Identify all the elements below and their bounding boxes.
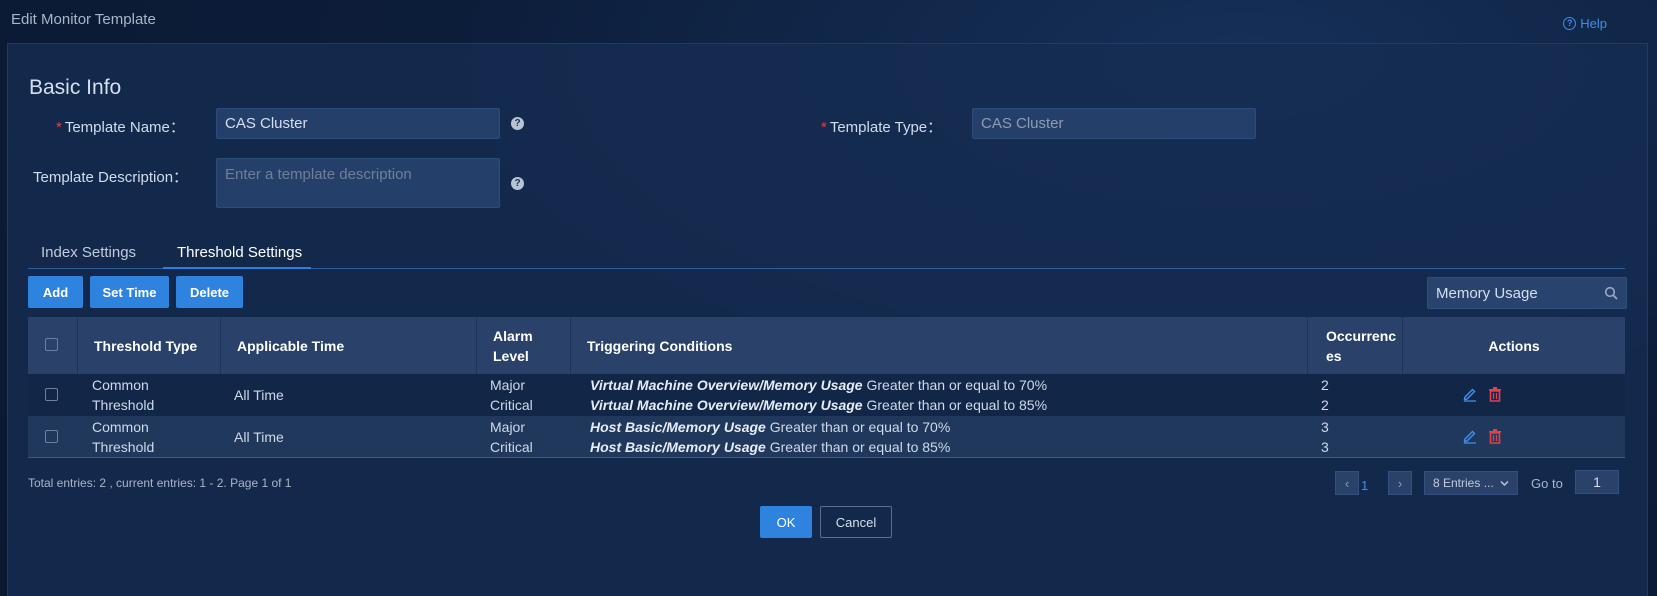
condition-line: Host Basic/Memory Usage Greater than or … bbox=[590, 437, 950, 457]
select-all-checkbox[interactable] bbox=[45, 338, 58, 351]
table-row: Common Threshold All Time Major Critical… bbox=[28, 374, 1625, 416]
question-icon[interactable]: ? bbox=[511, 177, 524, 190]
template-name-label-text: Template Name： bbox=[64, 119, 185, 136]
goto-label: Go to bbox=[1531, 476, 1563, 491]
title-bar: Edit Monitor Template ? Help bbox=[0, 0, 1657, 40]
section-title: Basic Info bbox=[29, 76, 122, 99]
trash-icon[interactable] bbox=[1487, 428, 1503, 444]
next-page-button[interactable]: › bbox=[1388, 471, 1412, 495]
page-size-value: 8 Entries ... bbox=[1433, 476, 1494, 490]
condition-metric: Host Basic/Memory Usage bbox=[590, 419, 766, 435]
tab-index-settings[interactable]: Index Settings bbox=[41, 244, 141, 269]
row-checkbox[interactable] bbox=[45, 430, 58, 443]
help-label: Help bbox=[1580, 16, 1607, 31]
pagination-summary: Total entries: 2 , current entries: 1 - … bbox=[28, 476, 292, 490]
add-button[interactable]: Add bbox=[28, 276, 83, 308]
alarm-level-major: Major bbox=[490, 419, 526, 435]
template-description-label: Template Description： bbox=[33, 169, 189, 186]
set-time-button[interactable]: Set Time bbox=[90, 276, 169, 308]
header-threshold-type: Threshold Type bbox=[77, 317, 220, 374]
alarm-level-critical: Critical bbox=[490, 439, 533, 455]
condition-rule: Greater than or equal to 85% bbox=[765, 439, 951, 455]
condition-rule: Greater than or equal to 85% bbox=[862, 397, 1048, 413]
template-type-label: * Template Type： bbox=[821, 116, 942, 137]
template-type-label-text: Template Type： bbox=[829, 119, 943, 136]
search-input[interactable]: Memory Usage bbox=[1427, 277, 1627, 309]
page-number-current[interactable]: 1 bbox=[1361, 478, 1368, 493]
occurrences-value: 2 bbox=[1321, 397, 1329, 413]
search-icon[interactable] bbox=[1604, 286, 1618, 300]
threshold-type-cell: Common Threshold bbox=[92, 377, 155, 413]
template-description-field[interactable] bbox=[216, 158, 500, 208]
chevron-down-icon bbox=[1500, 481, 1509, 486]
alarm-level-major: Major bbox=[490, 377, 526, 393]
condition-metric: Virtual Machine Overview/Memory Usage bbox=[590, 397, 863, 413]
trash-icon[interactable] bbox=[1487, 386, 1503, 402]
occurrences-value: 3 bbox=[1321, 419, 1329, 435]
occurrences-value: 3 bbox=[1321, 439, 1329, 455]
header-select-cell bbox=[28, 317, 77, 374]
edit-icon[interactable] bbox=[1462, 386, 1478, 402]
alarm-level-critical: Critical bbox=[490, 397, 533, 413]
condition-rule: Greater than or equal to 70% bbox=[862, 377, 1048, 393]
edit-panel: Basic Info * Template Name： CAS Cluster ?… bbox=[7, 43, 1648, 596]
condition-metric: Virtual Machine Overview/Memory Usage bbox=[590, 377, 863, 393]
header-occurrences: Occurrences bbox=[1307, 317, 1402, 374]
header-alarm-level: Alarm Level bbox=[476, 317, 570, 374]
goto-page-input[interactable]: 1 bbox=[1575, 470, 1619, 494]
header-actions: Actions bbox=[1402, 317, 1625, 374]
ok-button[interactable]: OK bbox=[760, 506, 812, 538]
tab-threshold-settings[interactable]: Threshold Settings bbox=[163, 244, 311, 269]
help-icon: ? bbox=[1563, 17, 1577, 30]
help-link[interactable]: ? Help bbox=[1563, 16, 1607, 31]
page-size-select[interactable]: 8 Entries ... bbox=[1424, 471, 1518, 495]
question-icon[interactable]: ? bbox=[511, 117, 524, 130]
delete-button[interactable]: Delete bbox=[176, 276, 243, 308]
search-value: Memory Usage bbox=[1436, 284, 1538, 302]
template-name-label: * Template Name： bbox=[56, 116, 185, 137]
applicable-time-cell: All Time bbox=[234, 387, 284, 403]
occurrences-value: 2 bbox=[1321, 377, 1329, 393]
prev-page-button[interactable]: ‹ bbox=[1335, 471, 1359, 495]
row-checkbox[interactable] bbox=[45, 388, 58, 401]
condition-line: Virtual Machine Overview/Memory Usage Gr… bbox=[590, 375, 1047, 395]
required-mark: * bbox=[56, 119, 62, 136]
chevron-right-icon: › bbox=[1397, 475, 1403, 491]
threshold-type-cell: Common Threshold bbox=[92, 419, 155, 455]
cancel-button[interactable]: Cancel bbox=[820, 506, 892, 538]
header-applicable-time: Applicable Time bbox=[220, 317, 476, 374]
required-mark: * bbox=[821, 119, 827, 136]
page-title: Edit Monitor Template bbox=[11, 11, 156, 28]
condition-line: Host Basic/Memory Usage Greater than or … bbox=[590, 417, 950, 437]
tab-bar: Index Settings Threshold Settings bbox=[28, 244, 1625, 269]
table-header: Threshold Type Applicable Time Alarm Lev… bbox=[28, 317, 1625, 374]
applicable-time-cell: All Time bbox=[234, 429, 284, 445]
header-triggering-conditions: Triggering Conditions bbox=[570, 317, 1307, 374]
template-type-input: CAS Cluster bbox=[972, 108, 1256, 139]
condition-line: Virtual Machine Overview/Memory Usage Gr… bbox=[590, 395, 1047, 415]
condition-metric: Host Basic/Memory Usage bbox=[590, 439, 766, 455]
chevron-left-icon: ‹ bbox=[1344, 475, 1350, 491]
condition-rule: Greater than or equal to 70% bbox=[765, 419, 951, 435]
table-row: Common Threshold All Time Major Critical… bbox=[28, 416, 1625, 458]
edit-icon[interactable] bbox=[1462, 428, 1478, 444]
template-name-input[interactable]: CAS Cluster bbox=[216, 108, 500, 139]
